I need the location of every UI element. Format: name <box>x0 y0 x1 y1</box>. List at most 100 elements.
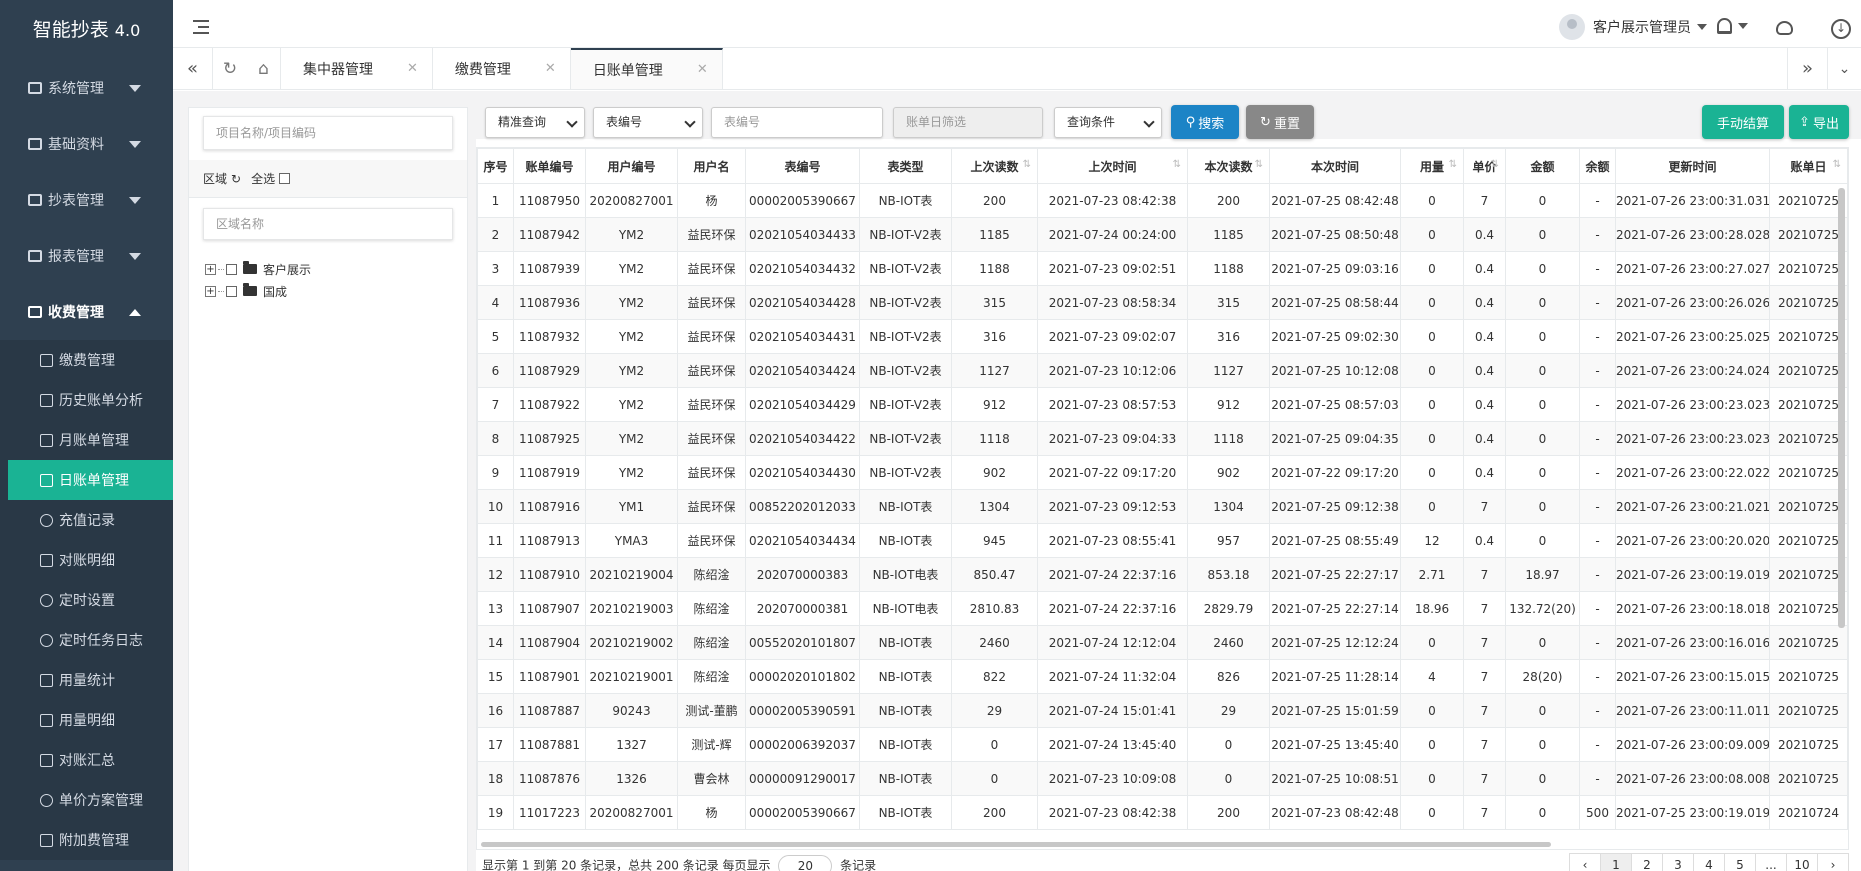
sidebar-subitem[interactable]: 定时任务日志 <box>0 620 173 660</box>
column-header[interactable]: 用户名 <box>677 148 746 184</box>
column-header[interactable]: 上次时间 <box>1037 148 1188 184</box>
menu-toggle-icon[interactable] <box>193 20 209 34</box>
query-mode-select[interactable]: 精准查询 <box>485 107 585 138</box>
table-row[interactable]: 17 11087881 1327 测试-辉 00002006392037 NB-IOT表 0… <box>477 727 1848 762</box>
table-row[interactable]: 10 11087916 YM1 益民环保 00852202012033 NB-IOT表 13… <box>477 489 1848 524</box>
table-row[interactable]: 18 11087876 1326 曹会林 00000091290017 NB-IOT表 0 2… <box>477 761 1848 796</box>
bill-date-input[interactable]: 账单日筛选 <box>893 107 1043 138</box>
refresh-icon[interactable]: ↻ <box>213 48 247 89</box>
column-header[interactable]: 账单日 <box>1769 148 1848 184</box>
table-row[interactable]: 8 11087925 YM2 益民环保 02021054034422 NB-IOT-V2表… <box>477 421 1848 456</box>
column-header[interactable]: 表类型 <box>859 148 952 184</box>
tree-node-checkbox[interactable] <box>226 263 237 275</box>
sidebar-subitem[interactable]: 历史账单分析 <box>0 380 173 420</box>
table-row[interactable]: 11 11087913 YMA3 益民环保 02021054034434 NB-IOT表 9… <box>477 523 1848 558</box>
pagination-button[interactable]: 4 <box>1693 853 1725 871</box>
sidebar-subitem[interactable]: 用量明细 <box>0 700 173 740</box>
horizontal-scrollbar[interactable] <box>481 842 1551 847</box>
close-icon[interactable]: ✕ <box>697 62 708 77</box>
home-icon[interactable]: ⌂ <box>247 48 281 89</box>
table-row[interactable]: 7 11087922 YM2 益民环保 02021054034429 NB-IOT-V2表… <box>477 387 1848 422</box>
region-search-input[interactable]: 区域名称 <box>203 208 453 240</box>
pagination-button[interactable]: 2 <box>1631 853 1663 871</box>
column-header[interactable]: 本次读数 <box>1187 148 1270 184</box>
sidebar-subitem[interactable]: 对账明细 <box>0 540 173 580</box>
sidebar-menu-item[interactable]: 收费管理 <box>0 284 173 340</box>
pagination-button[interactable]: 5 <box>1724 853 1756 871</box>
column-header[interactable]: 更新时间 <box>1615 148 1770 184</box>
select-all-checkbox[interactable] <box>279 173 291 184</box>
column-header[interactable]: 本次时间 <box>1269 148 1401 184</box>
table-row[interactable]: 6 11087929 YM2 益民环保 02021054034424 NB-IOT-V2表… <box>477 353 1848 388</box>
scroll-tabs-left-icon[interactable]: « <box>173 48 213 89</box>
tree-node[interactable]: + 国成 <box>205 280 467 302</box>
refresh-icon[interactable]: ↻ <box>231 172 241 186</box>
tab-item[interactable]: 缴费管理 ✕ <box>433 48 571 89</box>
column-header[interactable]: 账单编号 <box>513 148 586 184</box>
scroll-tabs-right-icon[interactable]: » <box>1787 48 1827 89</box>
column-header[interactable]: 表编号 <box>745 148 860 184</box>
meter-number-input[interactable]: 表编号 <box>711 107 883 138</box>
export-button[interactable]: ⇪ 导出 <box>1789 105 1849 139</box>
pagination-button[interactable]: › <box>1817 853 1849 871</box>
tab-item[interactable]: 日账单管理 ✕ <box>570 48 723 89</box>
sidebar-subitem[interactable]: 附加费管理 <box>0 820 173 860</box>
download-icon[interactable]: ↓ <box>1831 19 1851 39</box>
column-header[interactable]: 用量 <box>1400 148 1464 184</box>
table-row[interactable]: 9 11087919 YM2 益民环保 02021054034430 NB-IOT-V2表… <box>477 455 1848 490</box>
table-row[interactable]: 13 11087907 20210219003 陈绍淦 202070000381 NB-I… <box>477 591 1848 626</box>
sidebar-subitem[interactable]: 日账单管理 <box>8 460 173 500</box>
sidebar-menu-item[interactable]: 报表管理 <box>0 228 173 284</box>
notification-button[interactable] <box>1717 18 1748 34</box>
sidebar-subitem[interactable]: 月账单管理 <box>0 420 173 460</box>
column-header[interactable]: 用户编号 <box>585 148 678 184</box>
column-header[interactable]: 金额 <box>1505 148 1580 184</box>
pagination-button[interactable]: ‹ <box>1569 853 1601 871</box>
manual-settle-button[interactable]: 手动结算 <box>1702 105 1784 139</box>
tree-node[interactable]: + 客户展示 <box>205 258 467 280</box>
pagination-button[interactable]: ... <box>1755 853 1787 871</box>
table-row[interactable]: 5 11087932 YM2 益民环保 02021054034431 NB-IOT-V2表… <box>477 319 1848 354</box>
column-header[interactable]: 序号 <box>477 148 514 184</box>
table-row[interactable]: 16 11087887 90243 测试-董鹏 00002005390591 NB-IOT… <box>477 693 1848 728</box>
sidebar-subitem[interactable]: 对账汇总 <box>0 740 173 780</box>
condition-select[interactable]: 查询条件 <box>1054 107 1162 138</box>
table-row[interactable]: 1 11087950 20200827001 杨 00002005390667 NB-IO… <box>477 183 1848 218</box>
sidebar-subitem[interactable]: 单价方案管理 <box>0 780 173 820</box>
search-button[interactable]: ⚲ 搜索 <box>1171 105 1239 139</box>
tab-options-chevron-icon[interactable]: ⌄ <box>1827 48 1861 89</box>
project-search-input[interactable]: 项目名称/项目编码 <box>203 116 453 150</box>
column-header[interactable]: 单价 <box>1463 148 1506 184</box>
table-row[interactable]: 4 11087936 YM2 益民环保 02021054034428 NB-IOT-V2表… <box>477 285 1848 320</box>
close-icon[interactable]: ✕ <box>407 61 418 76</box>
tree-node-checkbox[interactable] <box>226 285 237 297</box>
pagination-button[interactable]: 3 <box>1662 853 1694 871</box>
sidebar-subitem[interactable]: 充值记录 <box>0 500 173 540</box>
reset-button[interactable]: ↻ 重置 <box>1246 105 1314 139</box>
sidebar-subitem[interactable]: 缴费管理 <box>0 340 173 380</box>
table-row[interactable]: 12 11087910 20210219004 陈绍淦 202070000383 NB-I… <box>477 557 1848 592</box>
close-icon[interactable]: ✕ <box>545 61 556 76</box>
table-row[interactable]: 14 11087904 20210219002 陈绍淦 00552020101807 NB… <box>477 625 1848 660</box>
table-row[interactable]: 2 11087942 YM2 益民环保 02021054034433 NB-IOT-V2表… <box>477 217 1848 252</box>
expand-icon[interactable]: + <box>205 263 216 275</box>
table-row[interactable]: 19 11017223 20200827001 杨 00002005390667 NB-I… <box>477 795 1848 830</box>
tab-item[interactable]: 集中器管理 ✕ <box>281 48 433 89</box>
table-row[interactable]: 15 11087901 20210219001 陈绍淦 00002020101802 NB… <box>477 659 1848 694</box>
sidebar-subitem[interactable]: 用量统计 <box>0 660 173 700</box>
sidebar-menu-item[interactable]: 抄表管理 <box>0 172 173 228</box>
expand-icon[interactable]: + <box>205 285 216 297</box>
field-select[interactable]: 表编号 <box>593 107 703 138</box>
theme-icon[interactable] <box>1776 21 1793 35</box>
user-menu[interactable]: 客户展示管理员 <box>1559 14 1707 40</box>
sidebar-menu-item[interactable]: 系统管理 <box>0 60 173 116</box>
pagination-button[interactable]: 1 <box>1600 853 1632 871</box>
page-size-select[interactable]: 20 <box>778 855 833 871</box>
column-header[interactable]: 余额 <box>1579 148 1616 184</box>
pagination-button[interactable]: 10 <box>1786 853 1818 871</box>
table-row[interactable]: 3 11087939 YM2 益民环保 02021054034432 NB-IOT-V2表… <box>477 251 1848 286</box>
column-header[interactable]: 上次读数 <box>951 148 1038 184</box>
vertical-scrollbar[interactable] <box>1838 188 1845 628</box>
sidebar-menu-item[interactable]: 基础资料 <box>0 116 173 172</box>
sidebar-subitem[interactable]: 定时设置 <box>0 580 173 620</box>
